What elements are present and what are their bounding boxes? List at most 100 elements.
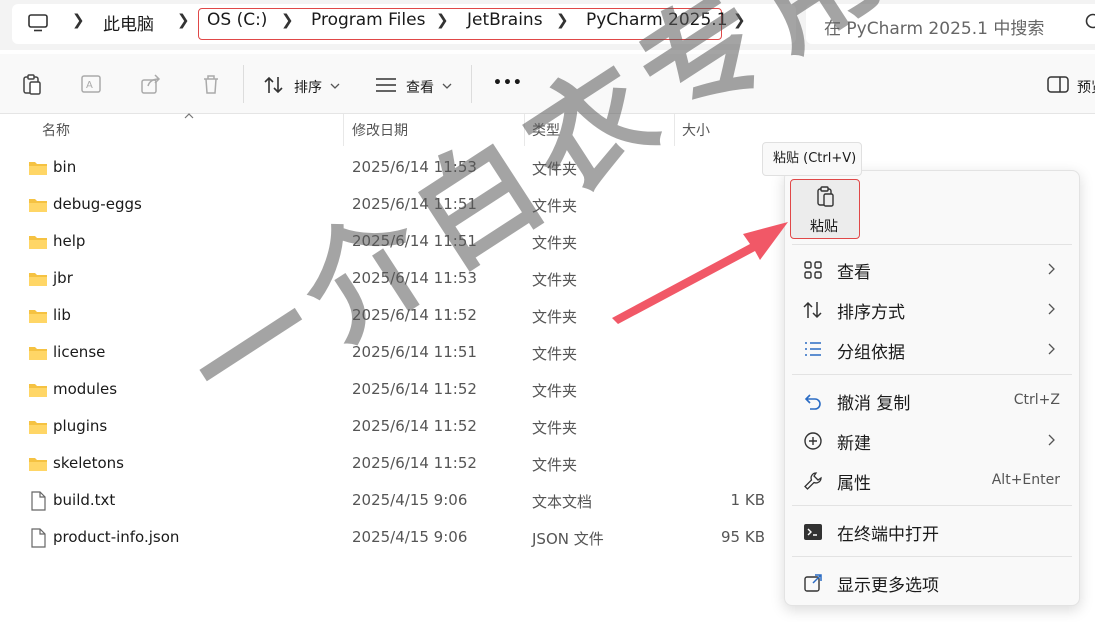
file-name: product-info.json bbox=[53, 528, 180, 546]
breadcrumb-this-pc[interactable]: 此电脑 bbox=[103, 10, 154, 35]
file-date: 2025/6/14 11:53 bbox=[352, 158, 477, 176]
context-menu-item[interactable]: 排序方式 bbox=[837, 298, 905, 323]
file-date: 2025/6/14 11:51 bbox=[352, 343, 477, 361]
grid-icon bbox=[804, 261, 822, 279]
column-header-name[interactable]: 名称 bbox=[42, 120, 70, 140]
file-date: 2025/6/14 11:51 bbox=[352, 232, 477, 250]
column-header-type[interactable]: 类型 bbox=[532, 120, 560, 140]
column-divider[interactable] bbox=[674, 114, 675, 146]
context-menu-item[interactable]: 新建 bbox=[837, 429, 871, 454]
file-type: 文件夹 bbox=[532, 419, 578, 437]
file-type: 文本文档 bbox=[532, 493, 593, 511]
sort-button[interactable]: 排序 bbox=[294, 77, 322, 97]
chevron-right-icon: ❯ bbox=[72, 11, 85, 29]
context-menu-item[interactable]: 显示更多选项 bbox=[837, 571, 939, 596]
delete-icon[interactable] bbox=[200, 73, 222, 95]
shortcut-hint: Alt+Enter bbox=[991, 472, 1060, 488]
document-icon bbox=[31, 528, 46, 548]
menu-divider bbox=[792, 374, 1072, 375]
chevron-right-icon: ❯ bbox=[556, 11, 569, 29]
file-date: 2025/6/14 11:52 bbox=[352, 454, 477, 472]
file-row[interactable]: product-info.json 2025/4/15 9:06 JSON 文件 95… bbox=[0, 520, 780, 557]
shortcut-hint: Ctrl+Z bbox=[1013, 392, 1060, 408]
file-row[interactable]: bin 2025/6/14 11:53 文件夹 bbox=[0, 150, 780, 187]
command-bar bbox=[0, 54, 1095, 114]
sort-icon bbox=[803, 301, 822, 319]
paste-icon bbox=[817, 186, 834, 207]
file-date: 2025/6/14 11:51 bbox=[352, 195, 477, 213]
wrench-icon bbox=[804, 472, 822, 490]
file-date: 2025/6/14 11:52 bbox=[352, 306, 477, 324]
chevron-right-icon bbox=[1048, 303, 1055, 315]
file-date: 2025/6/14 11:53 bbox=[352, 269, 477, 287]
preview-pane-icon[interactable] bbox=[1047, 75, 1069, 97]
file-type: 文件夹 bbox=[532, 308, 578, 326]
open-external-icon bbox=[804, 574, 822, 592]
folder-icon bbox=[29, 310, 47, 323]
file-name: jbr bbox=[53, 269, 73, 287]
context-menu-item[interactable]: 撤消 复制 bbox=[837, 389, 910, 414]
terminal-icon bbox=[804, 524, 822, 540]
chevron-right-icon[interactable]: ❯ bbox=[733, 11, 746, 29]
file-name: build.txt bbox=[53, 491, 116, 509]
chevron-right-icon: ❯ bbox=[436, 11, 449, 29]
file-name: debug-eggs bbox=[53, 195, 142, 213]
file-row[interactable]: license 2025/6/14 11:51 文件夹 bbox=[0, 335, 780, 372]
breadcrumb-program-files[interactable]: Program Files bbox=[311, 10, 425, 30]
more-options-button[interactable]: ••• bbox=[493, 75, 523, 91]
view-button[interactable]: 查看 bbox=[406, 77, 434, 97]
preview-button[interactable]: 预览 bbox=[1077, 77, 1095, 97]
file-name: license bbox=[53, 343, 106, 361]
file-name: modules bbox=[53, 380, 118, 398]
breadcrumb-pycharm[interactable]: PyCharm 2025.1 bbox=[586, 10, 728, 30]
file-row[interactable]: plugins 2025/6/14 11:52 文件夹 bbox=[0, 409, 780, 446]
context-menu-item[interactable]: 查看 bbox=[837, 258, 871, 283]
column-divider[interactable] bbox=[343, 114, 344, 146]
rename-icon[interactable]: A bbox=[80, 73, 102, 95]
folder-icon bbox=[29, 236, 47, 249]
file-type: 文件夹 bbox=[532, 271, 578, 289]
breadcrumb-drive[interactable]: OS (C:) bbox=[207, 10, 267, 30]
share-icon[interactable] bbox=[140, 73, 162, 95]
file-date: 2025/4/15 9:06 bbox=[352, 528, 468, 546]
document-icon bbox=[31, 491, 46, 511]
toolbar-divider bbox=[471, 65, 472, 103]
folder-icon bbox=[29, 199, 47, 212]
context-menu-item[interactable]: 在终端中打开 bbox=[837, 520, 939, 545]
folder-icon bbox=[29, 458, 47, 471]
menu-divider bbox=[792, 556, 1072, 557]
file-date: 2025/6/14 11:52 bbox=[352, 417, 477, 435]
context-menu-item[interactable]: 分组依据 bbox=[837, 338, 905, 363]
view-lines-icon[interactable] bbox=[375, 76, 397, 98]
menu-divider bbox=[792, 505, 1072, 506]
column-header-size[interactable]: 大小 bbox=[682, 120, 710, 140]
computer-icon[interactable] bbox=[28, 14, 48, 32]
file-type: 文件夹 bbox=[532, 382, 578, 400]
chevron-right-icon bbox=[1048, 434, 1055, 446]
menu-divider bbox=[792, 244, 1072, 245]
file-name: help bbox=[53, 232, 86, 250]
folder-icon bbox=[29, 421, 47, 434]
paste-icon[interactable] bbox=[21, 73, 43, 95]
sort-icon[interactable] bbox=[263, 75, 285, 97]
folder-icon bbox=[29, 273, 47, 286]
file-row[interactable]: modules 2025/6/14 11:52 文件夹 bbox=[0, 372, 780, 409]
group-list-icon bbox=[805, 342, 821, 356]
chevron-right-icon bbox=[1048, 263, 1055, 275]
column-header-date[interactable]: 修改日期 bbox=[352, 120, 408, 140]
breadcrumb-jetbrains[interactable]: JetBrains bbox=[467, 10, 543, 30]
file-type: 文件夹 bbox=[532, 345, 578, 363]
toolbar-divider bbox=[243, 65, 244, 103]
column-divider[interactable] bbox=[524, 114, 525, 146]
file-type: 文件夹 bbox=[532, 160, 578, 178]
file-type: 文件夹 bbox=[532, 197, 578, 215]
chevron-right-icon: ❯ bbox=[281, 11, 294, 29]
context-menu-item[interactable]: 属性 bbox=[837, 469, 871, 494]
file-row[interactable]: skeletons 2025/6/14 11:52 文件夹 bbox=[0, 446, 780, 483]
search-input[interactable]: 在 PyCharm 2025.1 中搜索 bbox=[824, 14, 1044, 39]
file-type: JSON 文件 bbox=[532, 530, 604, 548]
paste-tooltip: 粘贴 (Ctrl+V) bbox=[762, 142, 862, 176]
search-icon[interactable] bbox=[1084, 12, 1095, 34]
file-row[interactable]: build.txt 2025/4/15 9:06 文本文档 1 KB bbox=[0, 483, 780, 520]
undo-icon bbox=[804, 394, 821, 410]
